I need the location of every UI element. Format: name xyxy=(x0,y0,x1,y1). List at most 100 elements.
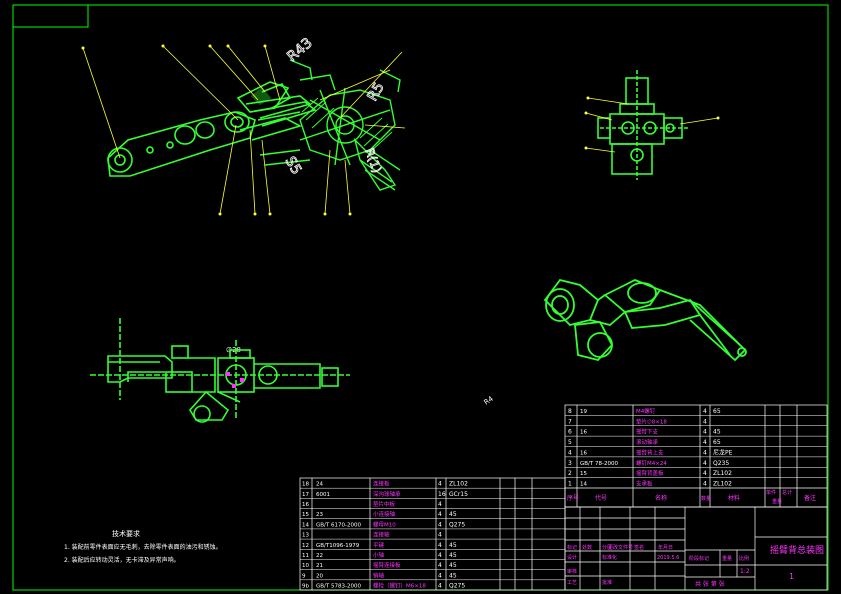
bom-upper-text: 8 19 M4螺钉 4 65 7 垫片∅8×18 4 6 16 摇臂下支 4 45 5 滚动轴承 4 65 4 16… xyxy=(568,407,733,488)
arm-top-view xyxy=(90,318,350,423)
bom-upper-material: 尼龙PE xyxy=(713,448,733,456)
bom-lower-material: Q275 xyxy=(449,583,465,590)
bom-lower-no: 14 xyxy=(302,522,309,528)
bom-upper-qty: 4 xyxy=(703,470,707,477)
bom-header-no: 序号 xyxy=(567,494,579,502)
bom-lower-name: 螺栓（螺钉）M6×18 xyxy=(373,582,426,590)
bom-header-qty: 数量 xyxy=(701,495,711,502)
bom-lower-name: 螺母M10 xyxy=(373,520,396,528)
bom-upper-no: 7 xyxy=(568,418,572,425)
design-label: 设计 xyxy=(567,554,577,561)
bom-upper-material: 65 xyxy=(713,439,721,446)
bom-upper-name: 螺钉M4×24 xyxy=(636,459,667,467)
bom-lower-name: 小连接轴 xyxy=(373,510,396,518)
bom-lower-table xyxy=(299,477,566,591)
mark-label: 标记 xyxy=(567,544,577,551)
bom-upper-qty: 4 xyxy=(703,449,707,456)
bom-header-name: 名称 xyxy=(655,494,667,502)
bom-lower-no: 10 xyxy=(302,563,309,569)
process-label: 工艺 xyxy=(567,580,577,586)
dim-r4: R4 xyxy=(483,394,496,406)
tech-requirements-heading: 技术要求 xyxy=(112,529,140,538)
bom-lower-qty: 16 xyxy=(438,491,446,498)
bom-lower-no: 9b xyxy=(302,584,309,590)
bom-upper-no: 8 xyxy=(568,408,572,415)
bom-upper-no: 1 xyxy=(568,481,572,488)
drawing-frame xyxy=(12,4,829,591)
bom-lower-code: GB/T 5783-2000 xyxy=(316,584,361,590)
bom-upper-code: GB/T 78-2000 xyxy=(580,461,618,467)
bom-header-code: 代号 xyxy=(595,494,607,502)
bom-lower-material: 45 xyxy=(449,572,457,579)
bom-upper-no: 4 xyxy=(568,449,572,456)
bom-lower-qty: 4 xyxy=(438,552,442,559)
approve-label: 批准 xyxy=(602,579,612,586)
bom-upper-code: 19 xyxy=(580,409,587,415)
bom-upper-no: 2 xyxy=(568,470,572,477)
bom-lower-code: GB/T1096-1979 xyxy=(316,543,360,549)
title-block-text: 摇臂背总装图 1 阶段标记 重量 比例 1:2 共 张 第 张 标记 处数 分区… xyxy=(567,544,824,588)
bom-lower-qty: 4 xyxy=(438,542,442,549)
bom-upper-name: 摇臂背上支 xyxy=(636,448,664,456)
sign-label: 签名 xyxy=(634,544,644,551)
dim-r5: R5 xyxy=(365,80,388,104)
date-label: 年月日 xyxy=(658,544,673,551)
bom-upper-name: 摇臂背盖板 xyxy=(636,469,664,477)
bom-upper-no: 6 xyxy=(568,429,572,436)
bom-lower-material: 45 xyxy=(449,542,457,549)
bom-lower-qty: 4 xyxy=(438,501,442,508)
bom-lower-qty: 4 xyxy=(438,521,442,528)
sheet-number: 1 xyxy=(789,572,794,581)
bom-upper-name: 滚动轴承 xyxy=(636,438,659,446)
bom-lower-qty: 4 xyxy=(438,583,442,590)
bom-upper-material: ZL102 xyxy=(713,470,732,477)
cad-drawing-canvas: R43 R5 S5 R(1) ∅28 R4 技术要求 1. 装配前零件表面应无毛… xyxy=(12,4,829,591)
bom-upper-name: 摇臂下支 xyxy=(636,428,659,436)
bom-lower-code: 24 xyxy=(316,482,323,488)
bom-lower-qty: 4 xyxy=(438,572,442,579)
drawing-title: 摇臂背总装图 xyxy=(770,544,824,556)
bom-upper-code: 14 xyxy=(580,482,587,488)
bom-lower-name: 连接板 xyxy=(373,480,390,488)
stage-label: 阶段标记 xyxy=(689,555,709,562)
bom-lower-name: 垫片中板 xyxy=(373,500,396,508)
bom-upper-code: 15 xyxy=(580,471,587,477)
bom-lower-name: 销轴 xyxy=(373,571,385,579)
bom-upper-qty: 4 xyxy=(703,429,707,436)
bom-upper-name: 垫片∅8×18 xyxy=(636,417,667,425)
bom-lower-no: 12 xyxy=(302,543,309,549)
sheet-label: 共 张 第 张 xyxy=(695,580,725,588)
change-doc-label: 更改文件号 xyxy=(608,544,633,551)
bom-header-material: 材料 xyxy=(728,494,740,502)
bom-lower-qty: 4 xyxy=(438,511,442,518)
scale-value: 1:2 xyxy=(740,568,750,575)
bom-header-total: 总计 xyxy=(782,489,792,496)
bom-header-weight: 重量 xyxy=(772,498,782,505)
bom-lower-code: 21 xyxy=(316,563,323,569)
bom-lower-material: 45 xyxy=(449,552,457,559)
bom-lower-code: 6001 xyxy=(316,492,330,498)
bom-lower-code: 22 xyxy=(316,553,323,559)
bom-lower-name: 摇臂连接板 xyxy=(373,561,401,569)
bom-lower-no: 17 xyxy=(302,492,309,498)
bom-upper-code: 16 xyxy=(580,450,587,456)
bom-lower-no: 18 xyxy=(302,482,309,488)
check-label: 审核 xyxy=(567,568,577,575)
bom-header-note: 备注 xyxy=(804,494,816,502)
bom-upper-qty: 4 xyxy=(703,408,707,415)
standardize-label: 标准化 xyxy=(602,554,617,561)
bom-lower-material: 45 xyxy=(449,562,457,569)
weight-label: 重量 xyxy=(722,555,732,562)
bom-lower-name: 平键 xyxy=(373,541,385,549)
bom-lower-qty: 4 xyxy=(438,481,442,488)
tech-requirement-1: 1. 装配前零件表面应无毛刺，去除零件表面的油污和锈蚀。 xyxy=(64,543,222,551)
bom-lower-code: 20 xyxy=(316,573,323,579)
bom-lower-material: Q275 xyxy=(449,521,465,528)
bom-lower-no: 15 xyxy=(302,512,309,518)
date-value: 2019.5.6 xyxy=(657,555,679,561)
tech-requirements: 技术要求 1. 装配前零件表面应无毛刺，去除零件表面的油污和锈蚀。 2. 装配后… xyxy=(64,529,222,564)
bom-upper-name: M4螺钉 xyxy=(636,407,656,415)
bom-lower-text: 18 24 连接板 4 ZL10217 6001 深沟球轴承 16 GCr1516 垫片中板 415… xyxy=(302,480,468,590)
bom-upper-row-lines xyxy=(565,415,827,478)
bom-lower-qty: 4 xyxy=(438,562,442,569)
